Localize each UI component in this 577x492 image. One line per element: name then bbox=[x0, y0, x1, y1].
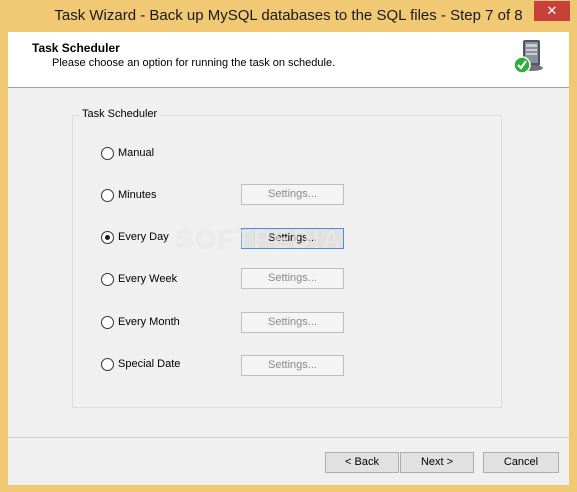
close-button[interactable]: ✕ bbox=[534, 1, 570, 21]
cancel-button[interactable]: Cancel bbox=[483, 452, 559, 473]
radio-every-month[interactable] bbox=[101, 316, 114, 329]
wizard-window: Task Wizard - Back up MySQL databases to… bbox=[0, 0, 577, 492]
option-label: Every Day bbox=[118, 231, 169, 243]
header-title: Task Scheduler bbox=[32, 41, 120, 55]
option-label: Every Month bbox=[118, 316, 180, 328]
radio-every-week[interactable] bbox=[101, 273, 114, 286]
title-bar[interactable]: Task Wizard - Back up MySQL databases to… bbox=[0, 0, 577, 32]
group-legend: Task Scheduler bbox=[79, 108, 161, 120]
every-week-settings-button[interactable]: Settings... bbox=[241, 268, 344, 289]
window-title: Task Wizard - Back up MySQL databases to… bbox=[54, 7, 523, 24]
minutes-settings-button[interactable]: Settings... bbox=[241, 184, 344, 205]
wizard-header: Task Scheduler Please choose an option f… bbox=[8, 32, 569, 88]
every-month-settings-button[interactable]: Settings... bbox=[241, 312, 344, 333]
option-label: Minutes bbox=[118, 189, 157, 201]
radio-minutes[interactable] bbox=[101, 189, 114, 202]
next-button[interactable]: Next > bbox=[400, 452, 474, 473]
header-subtitle: Please choose an option for running the … bbox=[52, 57, 336, 69]
option-label: Manual bbox=[118, 147, 155, 159]
back-button[interactable]: < Back bbox=[325, 452, 399, 473]
every-day-settings-button[interactable]: Settings... bbox=[241, 228, 344, 249]
computer-check-icon bbox=[513, 40, 543, 74]
radio-manual[interactable] bbox=[101, 147, 114, 160]
close-icon: ✕ bbox=[546, 3, 558, 18]
wizard-client-area: Task Scheduler Please choose an option f… bbox=[8, 32, 569, 485]
option-label: Special Date bbox=[118, 358, 181, 370]
radio-special-date[interactable] bbox=[101, 358, 114, 371]
radio-every-day[interactable] bbox=[101, 231, 114, 244]
option-label: Every Week bbox=[118, 273, 178, 285]
special-date-settings-button[interactable]: Settings... bbox=[241, 355, 344, 376]
footer-divider bbox=[8, 437, 569, 438]
